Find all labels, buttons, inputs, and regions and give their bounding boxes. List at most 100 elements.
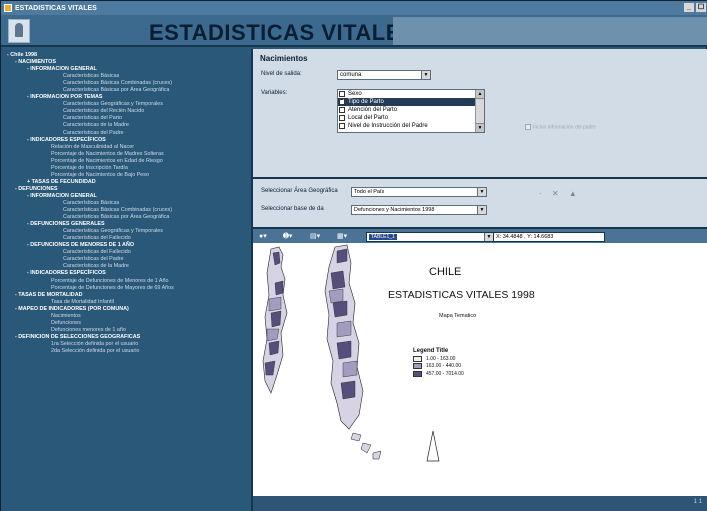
- tree-leaf-item[interactable]: Defunciones menores de 1 año: [5, 327, 251, 334]
- variable-label: Nivel de Instrucción del Padre: [348, 123, 428, 129]
- tree-leaf-item[interactable]: Características Básicas por Área Geográf…: [5, 214, 251, 221]
- scroll-up-icon[interactable]: ▲: [476, 90, 484, 99]
- tree-leaf-item[interactable]: Características del Padre: [5, 130, 251, 137]
- map-islands: [350, 432, 382, 460]
- variable-option[interactable]: ✓ Tipo de Parto: [338, 98, 484, 106]
- info-tool-button[interactable]: ➊▾: [283, 232, 292, 241]
- logo-icon: [8, 19, 30, 43]
- area-select[interactable]: Todo el País ▼: [351, 187, 487, 197]
- checkbox-icon[interactable]: [339, 115, 345, 121]
- tree-leaf-item[interactable]: Defunciones: [5, 320, 251, 327]
- tree-leaf-item[interactable]: Características Geográficas y Temporales: [5, 228, 251, 235]
- tree-leaf-item[interactable]: Características del Parto: [5, 115, 251, 122]
- tree-leaf-item[interactable]: Características de la Madre: [5, 122, 251, 129]
- tree-group-item[interactable]: - DEFINICION DE SELECCIONES GEOGRAFICAS: [5, 334, 251, 341]
- variable-option[interactable]: Local del Parto: [338, 114, 484, 122]
- map-south-region: [324, 244, 364, 430]
- tree-leaf-item[interactable]: Características Básicas: [5, 73, 251, 80]
- legend-label: 457.00 - 7014.00: [426, 370, 464, 377]
- tree-group-item[interactable]: - DEFUNCIONES DE MENORES DE 1 AÑO: [5, 242, 251, 249]
- tree-group-item[interactable]: - DEFUNCIONES: [5, 186, 251, 193]
- tree-leaf-item[interactable]: Porcentaje de Nacimientos de Bajo Peso: [5, 172, 251, 179]
- tree-leaf-item[interactable]: 2da Selección definida por el usuario: [5, 348, 251, 355]
- map-subtitle: ESTADISTICAS VITALES 1998: [388, 289, 535, 301]
- variables-scrollbar[interactable]: ▲ ▼: [475, 90, 484, 132]
- legend-entry: 1.00 - 163.00: [413, 355, 464, 363]
- base-select[interactable]: Defunciones y Nacimientos 1998 ▼: [351, 205, 487, 215]
- header-banner: ESTADISTICAS VITALES 1998: [1, 15, 707, 47]
- base-value: Defunciones y Nacimientos 1998: [354, 207, 435, 213]
- legend-title: Legend Title: [413, 348, 449, 354]
- map-toolbar: ●▾ ➊▾ ▤▾ ▦▾ TABLE1_1 ▼ X: 34.4848 , Y: 1…: [251, 227, 707, 243]
- area-value: Todo el País: [354, 189, 385, 195]
- include-father-option[interactable]: Incluir información del padre: [525, 124, 596, 130]
- window-title: ESTADISTICAS VITALES: [15, 4, 97, 12]
- chevron-down-icon[interactable]: ▼: [484, 233, 493, 241]
- section-title: Nacimientos: [260, 54, 308, 63]
- tree-group-item[interactable]: - INFORMACION GENERAL: [5, 193, 251, 200]
- tree-leaf-item[interactable]: Porcentaje de Nacimientos de Madres Solt…: [5, 151, 251, 158]
- selection-panel: Seleccionar Área Geográfica Todo el País…: [251, 177, 707, 227]
- chevron-down-icon[interactable]: ▼: [477, 188, 486, 196]
- tree-leaf-item[interactable]: Características Geográficas y Temporales: [5, 101, 251, 108]
- checkbox-icon[interactable]: [339, 107, 345, 113]
- chevron-down-icon[interactable]: ▼: [477, 206, 486, 214]
- tree-leaf-item[interactable]: Características del Padre: [5, 256, 251, 263]
- minimize-button[interactable]: _: [684, 3, 694, 12]
- variables-list[interactable]: Sexo ✓ Tipo de Parto Atención del Parto Loca…: [337, 89, 485, 133]
- map-canvas[interactable]: CHILE ESTADISTICAS VITALES 1998 Mapa Tem…: [251, 243, 707, 496]
- nivel-select[interactable]: comuna ▼: [337, 70, 431, 80]
- tree-leaf-item[interactable]: 1ra Selección definida por el usuario: [5, 341, 251, 348]
- legend-label: 163.00 - 440.00: [426, 363, 462, 370]
- select-tool-button[interactable]: ●▾: [259, 232, 267, 241]
- legend-swatch: [413, 363, 422, 370]
- tree-group-item[interactable]: + TASAS DE FECUNDIDAD: [5, 179, 251, 186]
- tree-leaf-item[interactable]: Características del Fallecido: [5, 249, 251, 256]
- layer-select[interactable]: TABLE1_1 ▼: [366, 232, 494, 242]
- legend-swatch: [413, 355, 422, 362]
- status-right: 1 1: [693, 499, 702, 505]
- chile-map: [262, 244, 440, 462]
- layer-value: TABLE1_1: [369, 234, 397, 240]
- variable-option[interactable]: Sexo: [338, 90, 484, 98]
- tree-leaf-item[interactable]: Nacimientos: [5, 313, 251, 320]
- tree-group-item[interactable]: - DEFUNCIONES GENERALES: [5, 221, 251, 228]
- table-tool-button[interactable]: ▦▾: [337, 232, 347, 241]
- tree-leaf-item[interactable]: Características Básicas: [5, 200, 251, 207]
- variable-option[interactable]: Atención del Parto: [338, 106, 484, 114]
- tree-group-item[interactable]: - MAPEO DE INDICADORES (POR COMUNA): [5, 306, 251, 313]
- variable-option[interactable]: Nivel de Instrucción del Padre: [338, 122, 484, 130]
- tree-group-item[interactable]: - NACIMIENTOS: [5, 59, 251, 66]
- base-label: Seleccionar base de da: [261, 206, 324, 212]
- tree-leaf-item[interactable]: Porcentaje de Nacimientos en Edad de Rie…: [5, 158, 251, 165]
- tree-group-item[interactable]: - INFORMACION POR TEMAS: [5, 94, 251, 101]
- tree-leaf-item[interactable]: Características del Recién Nacido: [5, 108, 251, 115]
- area-label: Seleccionar Área Geográfica: [261, 188, 338, 194]
- tree-group-item[interactable]: - INDICADORES ESPECÍFICOS: [5, 137, 251, 144]
- chevron-down-icon[interactable]: ▼: [421, 71, 430, 79]
- nivel-value: comuna: [340, 72, 362, 78]
- tree-leaf-item[interactable]: Porcentaje de Inscripción Tardía: [5, 165, 251, 172]
- tree-group-item[interactable]: - TASAS DE MORTALIDAD: [5, 292, 251, 299]
- checkbox-checked-icon[interactable]: ✓: [339, 99, 345, 105]
- checkbox-icon[interactable]: [525, 124, 531, 130]
- tree-leaf-item[interactable]: Porcentaje de Defunciones de Mayores de …: [5, 285, 251, 292]
- checkbox-icon[interactable]: [339, 91, 345, 97]
- scroll-down-icon[interactable]: ▼: [476, 123, 484, 132]
- tree-leaf-item[interactable]: Relación de Masculinidad al Nacer: [5, 144, 251, 151]
- navigation-tree[interactable]: - Chile 1998- NACIMIENTOS - INFORMACION G…: [1, 49, 251, 511]
- tree-leaf-item[interactable]: Características Básicas por Área Geográf…: [5, 87, 251, 94]
- app-icon: [4, 4, 12, 12]
- checkbox-icon[interactable]: [339, 123, 345, 129]
- legend-entry: 163.00 - 440.00: [413, 363, 464, 371]
- tree-group-item[interactable]: - INDICADORES ESPECÍFICOS: [5, 270, 251, 277]
- tree-group-item[interactable]: - INFORMACION GENERAL: [5, 66, 251, 73]
- variable-label: Tipo de Parto: [348, 99, 384, 105]
- map-caption: Mapa Tematico: [439, 313, 477, 319]
- tree-leaf-item[interactable]: Porcentaje de Defunciones de Menores de …: [5, 278, 251, 285]
- tree-leaf-item[interactable]: Tasa de Mortalidad Infantil: [5, 299, 251, 306]
- tree-group-item[interactable]: - Chile 1998: [5, 52, 251, 59]
- maximize-button[interactable]: ☐: [696, 3, 706, 12]
- map-tools[interactable]: · ✕ ▲: [539, 189, 581, 198]
- layer-tool-button[interactable]: ▤▾: [310, 232, 320, 241]
